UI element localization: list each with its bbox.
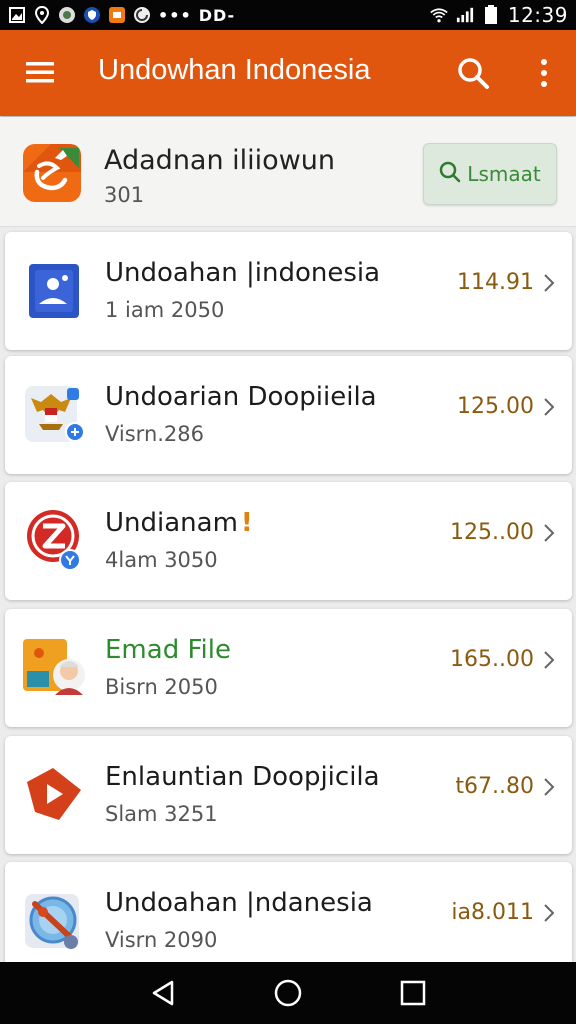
item-title-text: Undianam (105, 508, 238, 538)
sync-icon (133, 6, 151, 24)
navigation-bar (0, 962, 576, 1024)
signal-icon (456, 6, 474, 24)
item-value: 125.00 (457, 394, 534, 419)
chevron-right-icon (542, 649, 556, 671)
image-icon (8, 6, 26, 24)
chevron-right-icon (542, 272, 556, 294)
list-item[interactable]: Undoarian Doopiieila Visrn.286 125.00 (5, 356, 572, 474)
clock: 12:39 (507, 3, 568, 27)
item-title: Emad File (105, 635, 231, 665)
item-subtitle: 4lam 3050 (105, 548, 218, 572)
more-options-icon[interactable] (536, 57, 552, 89)
item-subtitle: Slam 3251 (105, 802, 218, 826)
z-logo-icon (23, 506, 83, 572)
app-round-icon (58, 6, 76, 24)
wifi-icon (430, 6, 448, 24)
item-value: 165..00 (450, 647, 534, 672)
status-dots: ••• (158, 5, 192, 25)
app-logo-icon (21, 142, 83, 204)
item-value: t67..80 (455, 774, 534, 799)
header-title: Adadnan iliiowun (104, 145, 336, 176)
list-item[interactable]: Enlauntian Doopjicila Slam 3251 t67..80 (5, 736, 572, 854)
search-button[interactable]: Lsmaat (423, 143, 557, 205)
home-icon[interactable] (268, 973, 308, 1013)
play-icon (23, 760, 83, 826)
item-value: ia8.011 (451, 900, 534, 925)
shield-app-icon (83, 6, 101, 24)
item-subtitle: Visrn 2090 (105, 928, 218, 952)
hamburger-menu-icon[interactable] (24, 58, 56, 86)
emblem-icon (23, 380, 85, 446)
globe-icon (23, 886, 83, 952)
chevron-right-icon (542, 776, 556, 798)
back-icon[interactable] (143, 973, 183, 1013)
item-title: Undoahan |indonesia (105, 258, 381, 288)
recents-icon[interactable] (393, 973, 433, 1013)
status-bar: ••• DD- 12:39 (0, 0, 576, 30)
profile-card-icon (23, 256, 83, 322)
avatar-icon (23, 633, 85, 699)
search-icon (439, 161, 461, 188)
item-title: Enlauntian Doopjicila (105, 762, 380, 792)
search-icon[interactable] (456, 56, 490, 90)
item-title: Undianam! (105, 508, 253, 538)
header-card: Adadnan iliiowun 301 Lsmaat (0, 117, 576, 227)
list-item[interactable]: Emad File Bisrn 2050 165..00 (5, 609, 572, 727)
list-item[interactable]: Undoahan |indonesia 1 iam 2050 114.91 (5, 232, 572, 350)
header-subtitle: 301 (104, 183, 145, 207)
search-button-label: Lsmaat (467, 162, 541, 186)
orange-app-icon (108, 6, 126, 24)
item-subtitle: Visrn.286 (105, 422, 205, 446)
carrier-label: DD- (198, 5, 236, 25)
app-bar: Undowhan Indonesia (0, 30, 576, 116)
item-title: Undoarian Doopiieila (105, 382, 377, 412)
chevron-right-icon (542, 902, 556, 924)
item-title: Undoahan |ndanesia (105, 888, 373, 918)
app-title: Undowhan Indonesia (98, 54, 371, 86)
battery-icon (482, 5, 500, 24)
item-value: 125..00 (450, 520, 534, 545)
item-title-alert: ! (240, 508, 253, 538)
location-icon (33, 6, 51, 24)
item-subtitle: Bisrn 2050 (105, 675, 218, 699)
list-item[interactable]: Undianam! 4lam 3050 125..00 (5, 482, 572, 600)
chevron-right-icon (542, 522, 556, 544)
item-value: 114.91 (457, 270, 534, 295)
chevron-right-icon (542, 396, 556, 418)
item-subtitle: 1 iam 2050 (105, 298, 225, 322)
